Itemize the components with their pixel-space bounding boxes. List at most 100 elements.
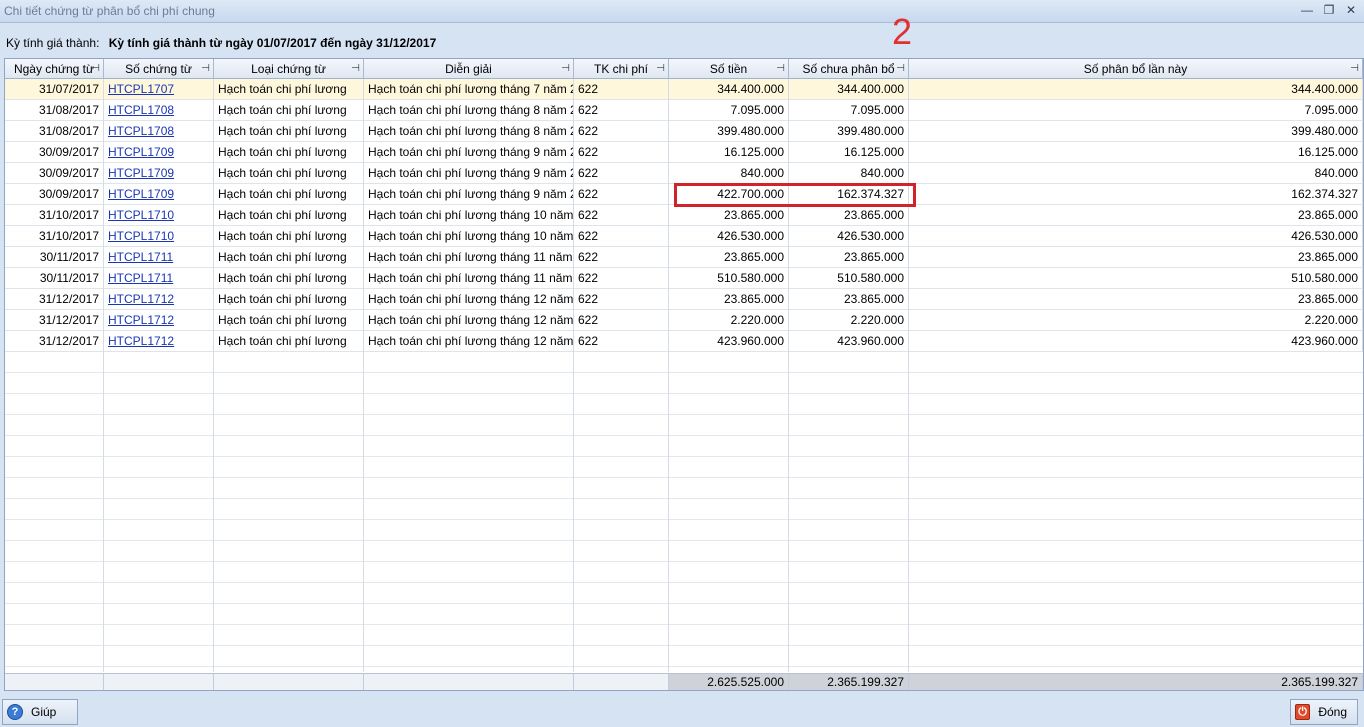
column-header-account[interactable]: TK chi phí ⊣ bbox=[574, 59, 669, 79]
cell-unallocated: 399.480.000 bbox=[789, 121, 909, 141]
power-icon: ⏻ bbox=[1295, 704, 1311, 720]
empty-row bbox=[5, 352, 1363, 373]
column-divider bbox=[103, 79, 104, 672]
empty-row bbox=[5, 394, 1363, 415]
column-divider bbox=[363, 79, 364, 672]
pin-icon[interactable]: ⊣ bbox=[896, 59, 905, 79]
column-divider bbox=[668, 79, 669, 672]
doc-number-link[interactable]: HTCPL1712 bbox=[104, 331, 214, 351]
cell-unallocated: 23.865.000 bbox=[789, 289, 909, 309]
doc-number-link[interactable]: HTCPL1712 bbox=[104, 310, 214, 330]
doc-number-link[interactable]: HTCPL1709 bbox=[104, 184, 214, 204]
grid-empty-area bbox=[5, 352, 1363, 667]
table-row[interactable]: 31/10/2017 HTCPL1710 Hạch toán chi phí lươ… bbox=[5, 226, 1363, 247]
cell-date: 31/10/2017 bbox=[5, 205, 104, 225]
help-icon: ? bbox=[7, 704, 23, 720]
total-amount: 2.625.525.000 bbox=[669, 674, 789, 690]
table-row[interactable]: 30/11/2017 HTCPL1711 Hạch toán chi phí lươ… bbox=[5, 268, 1363, 289]
grid-footer: 2.625.525.000 2.365.199.327 2.365.199.327 bbox=[5, 673, 1363, 690]
table-row[interactable]: 31/08/2017 HTCPL1708 Hạch toán chi phí lươ… bbox=[5, 100, 1363, 121]
column-header-allocated[interactable]: Số phân bổ lần này ⊣ bbox=[909, 59, 1363, 79]
table-row[interactable]: 31/12/2017 HTCPL1712 Hạch toán chi phí lươ… bbox=[5, 310, 1363, 331]
cell-account: 622 bbox=[574, 184, 669, 204]
close-icon[interactable]: ✕ bbox=[1344, 3, 1358, 18]
window-title: Chi tiết chứng từ phân bổ chi phí chung bbox=[4, 4, 215, 18]
footer-cell bbox=[214, 674, 364, 690]
highlight-box bbox=[674, 183, 916, 207]
cell-unallocated: 840.000 bbox=[789, 163, 909, 183]
cell-unallocated: 344.400.000 bbox=[789, 79, 909, 99]
doc-number-link[interactable]: HTCPL1708 bbox=[104, 121, 214, 141]
cell-allocated: 23.865.000 bbox=[909, 289, 1363, 309]
doc-number-link[interactable]: HTCPL1707 bbox=[104, 79, 214, 99]
doc-number-link[interactable]: HTCPL1708 bbox=[104, 100, 214, 120]
column-header-amount[interactable]: Số tiền ⊣ bbox=[669, 59, 789, 79]
cell-allocated: 840.000 bbox=[909, 163, 1363, 183]
pin-icon[interactable]: ⊣ bbox=[351, 59, 360, 79]
pin-icon[interactable]: ⊣ bbox=[1350, 59, 1359, 79]
cell-allocated: 2.220.000 bbox=[909, 310, 1363, 330]
empty-row bbox=[5, 415, 1363, 436]
column-header-doc-no[interactable]: Số chứng từ ⊣ bbox=[104, 59, 214, 79]
empty-row bbox=[5, 373, 1363, 394]
column-header-doc-type[interactable]: Loại chứng từ ⊣ bbox=[214, 59, 364, 79]
cell-amount: 2.220.000 bbox=[669, 310, 789, 330]
table-row[interactable]: 31/07/2017 HTCPL1707 Hạch toán chi phí lươ… bbox=[5, 79, 1363, 100]
cell-amount: 23.865.000 bbox=[669, 289, 789, 309]
cell-allocated: 399.480.000 bbox=[909, 121, 1363, 141]
close-button[interactable]: ⏻ Đóng bbox=[1290, 699, 1358, 725]
empty-row bbox=[5, 625, 1363, 646]
cell-amount: 344.400.000 bbox=[669, 79, 789, 99]
help-button[interactable]: ? Giúp bbox=[2, 699, 78, 725]
doc-number-link[interactable]: HTCPL1711 bbox=[104, 247, 214, 267]
total-allocated: 2.365.199.327 bbox=[909, 674, 1363, 690]
doc-number-link[interactable]: HTCPL1709 bbox=[104, 163, 214, 183]
footer-cell bbox=[574, 674, 669, 690]
column-header-description[interactable]: Diễn giải ⊣ bbox=[364, 59, 574, 79]
column-header-unallocated[interactable]: Số chưa phân bổ ⊣ bbox=[789, 59, 909, 79]
pin-icon[interactable]: ⊣ bbox=[91, 59, 100, 79]
cell-date: 31/08/2017 bbox=[5, 121, 104, 141]
doc-number-link[interactable]: HTCPL1710 bbox=[104, 226, 214, 246]
table-row[interactable]: 30/11/2017 HTCPL1711 Hạch toán chi phí lươ… bbox=[5, 247, 1363, 268]
doc-number-link[interactable]: HTCPL1710 bbox=[104, 205, 214, 225]
cell-description: Hạch toán chi phí lương tháng 12 năm 2 bbox=[364, 331, 574, 351]
cell-unallocated: 423.960.000 bbox=[789, 331, 909, 351]
pin-icon[interactable]: ⊣ bbox=[656, 59, 665, 79]
annotation-number: 2 bbox=[892, 11, 913, 52]
doc-number-link[interactable]: HTCPL1712 bbox=[104, 289, 214, 309]
cell-description: Hạch toán chi phí lương tháng 8 năm 20 bbox=[364, 121, 574, 141]
cell-unallocated: 23.865.000 bbox=[789, 247, 909, 267]
cell-allocated: 162.374.327 bbox=[909, 184, 1363, 204]
doc-number-link[interactable]: HTCPL1709 bbox=[104, 142, 214, 162]
table-row[interactable]: 31/12/2017 HTCPL1712 Hạch toán chi phí lươ… bbox=[5, 289, 1363, 310]
pin-icon[interactable]: ⊣ bbox=[201, 59, 210, 79]
period-row: Kỳ tính giá thành: Kỳ tính giá thành từ … bbox=[6, 36, 436, 50]
footer-cell bbox=[364, 674, 574, 690]
doc-number-link[interactable]: HTCPL1711 bbox=[104, 268, 214, 288]
cell-amount: 16.125.000 bbox=[669, 142, 789, 162]
column-divider bbox=[213, 79, 214, 672]
table-row[interactable]: 30/09/2017 HTCPL1709 Hạch toán chi phí lươ… bbox=[5, 163, 1363, 184]
cell-doc-type: Hạch toán chi phí lương bbox=[214, 121, 364, 141]
table-row[interactable]: 31/08/2017 HTCPL1708 Hạch toán chi phí lươ… bbox=[5, 121, 1363, 142]
table-row[interactable]: 31/10/2017 HTCPL1710 Hạch toán chi phí lươ… bbox=[5, 205, 1363, 226]
column-header-date[interactable]: Ngày chứng từ ⊣ bbox=[5, 59, 104, 79]
cell-doc-type: Hạch toán chi phí lương bbox=[214, 184, 364, 204]
pin-icon[interactable]: ⊣ bbox=[776, 59, 785, 79]
cell-unallocated: 16.125.000 bbox=[789, 142, 909, 162]
column-header-label: Diễn giải bbox=[445, 62, 492, 76]
cell-description: Hạch toán chi phí lương tháng 10 năm 2 bbox=[364, 205, 574, 225]
cell-doc-type: Hạch toán chi phí lương bbox=[214, 247, 364, 267]
cell-unallocated: 7.095.000 bbox=[789, 100, 909, 120]
restore-icon[interactable]: ❐ bbox=[1322, 3, 1336, 18]
cell-allocated: 344.400.000 bbox=[909, 79, 1363, 99]
minimize-icon[interactable]: — bbox=[1300, 3, 1314, 18]
cell-date: 30/11/2017 bbox=[5, 268, 104, 288]
pin-icon[interactable]: ⊣ bbox=[561, 59, 570, 79]
table-row[interactable]: 31/12/2017 HTCPL1712 Hạch toán chi phí lươ… bbox=[5, 331, 1363, 352]
help-button-label: Giúp bbox=[31, 705, 57, 719]
table-row[interactable]: 30/09/2017 HTCPL1709 Hạch toán chi phí lươ… bbox=[5, 142, 1363, 163]
cell-doc-type: Hạch toán chi phí lương bbox=[214, 289, 364, 309]
column-header-label: Số chứng từ bbox=[125, 62, 192, 76]
